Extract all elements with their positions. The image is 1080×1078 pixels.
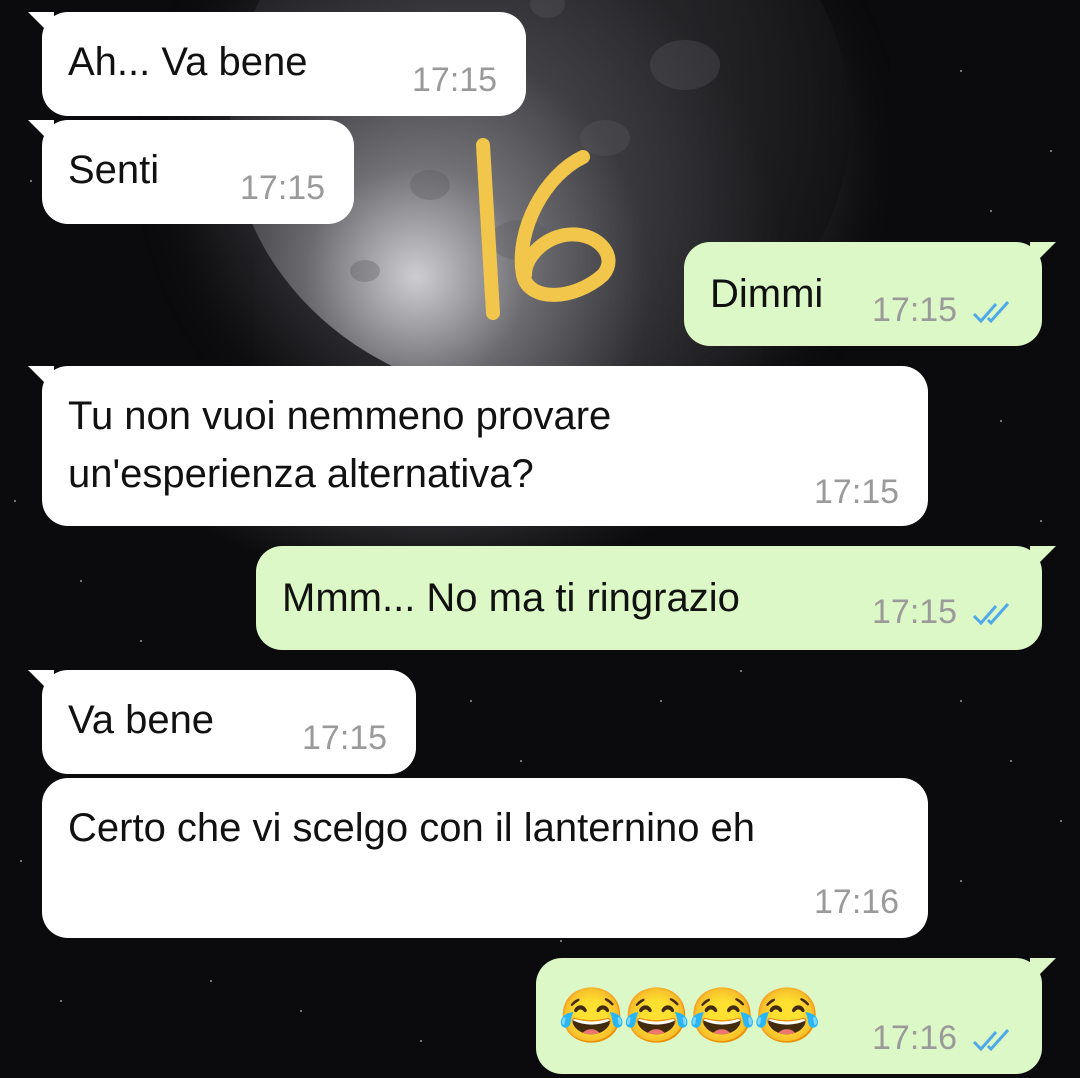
message-text: Senti (68, 148, 160, 192)
message-time: 17:15 (240, 169, 326, 207)
incoming-message[interactable]: Ah... Va bene 17:15 (28, 12, 526, 116)
outgoing-message[interactable]: Dimmi 17:15 (684, 242, 1056, 346)
message-text: Dimmi (710, 272, 824, 316)
outgoing-message[interactable]: Mmm... No ma ti ringrazio 17:15 (256, 546, 1056, 650)
incoming-message[interactable]: Senti 17:15 (28, 120, 354, 224)
message-text: Certo che vi scelgo con il lanternino eh (68, 806, 756, 850)
laugh-emoji-group: 😂😂😂😂 (558, 986, 821, 1046)
incoming-message[interactable]: Va bene 17:15 (28, 670, 416, 774)
message-time: 17:15 (872, 593, 958, 631)
handwritten-number-sticker (476, 138, 616, 320)
message-time: 17:16 (814, 883, 900, 921)
double-check-icon (972, 1028, 1010, 1052)
message-time: 17:16 (872, 1019, 958, 1057)
double-check-icon (972, 602, 1010, 626)
message-text-line-2: un'esperienza alternativa? (68, 452, 534, 496)
incoming-message[interactable]: Certo che vi scelgo con il lanternino eh… (42, 778, 928, 938)
message-time: 17:15 (412, 61, 498, 99)
message-text: Mmm... No ma ti ringrazio (282, 576, 740, 620)
message-time: 17:15 (814, 473, 900, 511)
message-text: Ah... Va bene (68, 40, 308, 84)
message-time: 17:15 (872, 291, 958, 329)
outgoing-message[interactable]: 😂😂😂😂 17:16 (536, 958, 1056, 1074)
message-text: Va bene (68, 698, 215, 742)
incoming-message[interactable]: Tu non vuoi nemmeno provare un'esperienz… (28, 366, 928, 526)
message-text-line-1: Tu non vuoi nemmeno provare (68, 394, 612, 438)
double-check-icon (972, 300, 1010, 324)
message-time: 17:15 (302, 719, 388, 757)
